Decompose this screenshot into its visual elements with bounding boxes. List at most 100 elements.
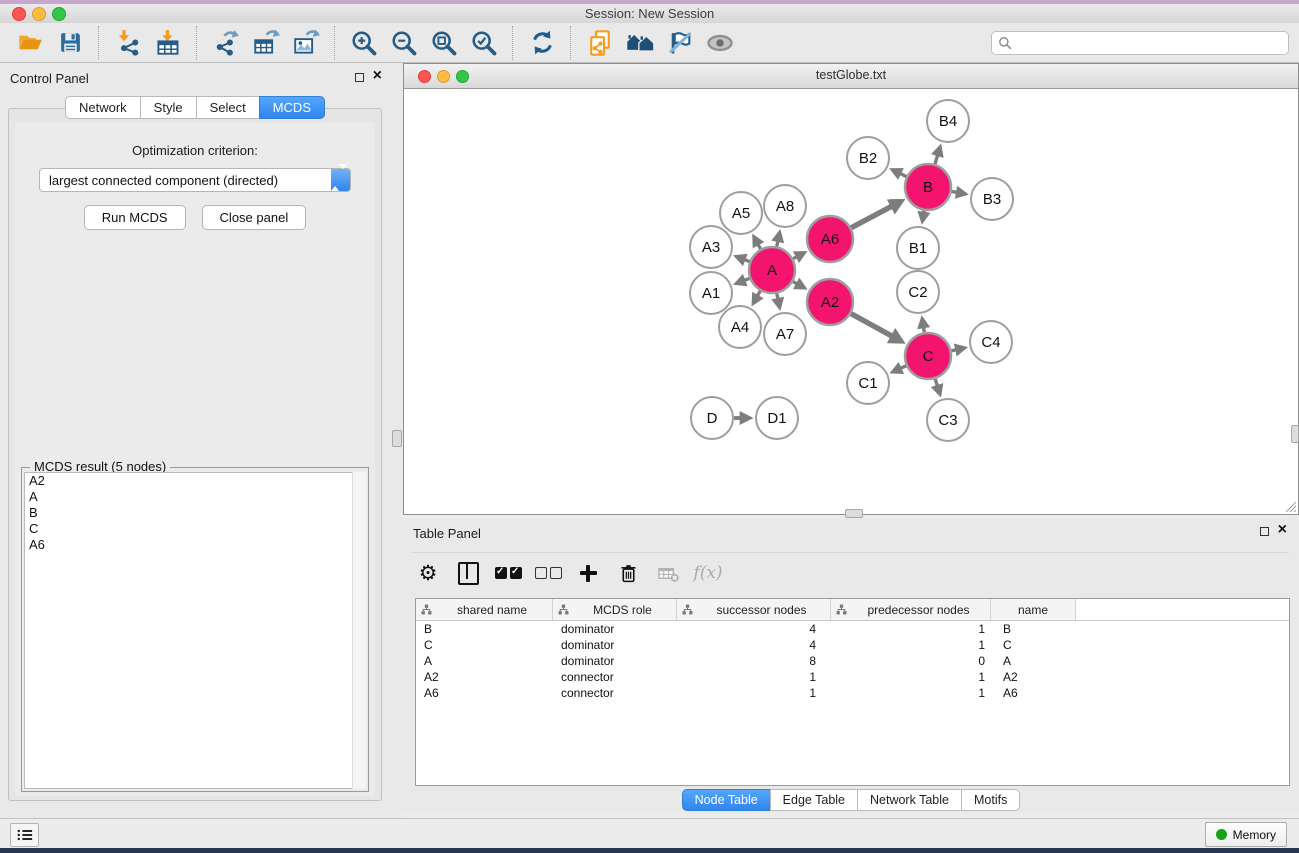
graph-node-B1[interactable]: B1 <box>897 227 939 269</box>
svg-text:A7: A7 <box>776 326 794 343</box>
graph-node-D[interactable]: D <box>691 397 733 439</box>
splitter-grip[interactable] <box>392 430 402 447</box>
graph-node-A8[interactable]: A8 <box>764 185 806 227</box>
edge-A2-C[interactable] <box>851 314 892 337</box>
graph-node-D1[interactable]: D1 <box>756 397 798 439</box>
vertical-splitter[interactable] <box>390 63 403 818</box>
control-panel-tabs: NetworkStyleSelectMCDS <box>0 96 390 119</box>
import-network-button[interactable] <box>111 26 145 60</box>
graph-node-B2[interactable]: B2 <box>847 137 889 179</box>
tab-motifs[interactable]: Motifs <box>961 789 1020 811</box>
mcds-result-item[interactable]: A6 <box>25 537 365 553</box>
table-row[interactable]: A6connector11A6 <box>416 685 1289 701</box>
graph-node-A7[interactable]: A7 <box>764 313 806 355</box>
tab-network-table[interactable]: Network Table <box>857 789 962 811</box>
tab-node-table[interactable]: Node Table <box>682 789 771 811</box>
column-header-shared-name[interactable]: shared name <box>416 599 553 620</box>
column-header-MCDS-role[interactable]: MCDS role <box>553 599 677 620</box>
table-row[interactable]: Cdominator41C <box>416 637 1289 653</box>
table-settings-button[interactable]: ⚙ <box>413 558 443 588</box>
unselect-all-columns-button[interactable] <box>533 558 563 588</box>
graph-node-A2[interactable]: A2 <box>807 279 853 325</box>
mcds-result-item[interactable]: A <box>25 489 365 505</box>
right-splitter-grip[interactable] <box>1291 425 1299 443</box>
zoom-selected-button[interactable] <box>467 26 501 60</box>
zoom-out-button[interactable] <box>387 26 421 60</box>
table-cell: connector <box>553 669 677 685</box>
graph-node-A3[interactable]: A3 <box>690 226 732 268</box>
table-row[interactable]: Adominator80A <box>416 653 1289 669</box>
graph-node-B3[interactable]: B3 <box>971 178 1013 220</box>
function-builder-button[interactable]: f(x) <box>693 558 723 588</box>
table-cell: 1 <box>831 621 991 637</box>
memory-button[interactable]: Memory <box>1205 822 1287 847</box>
close-panel-icon[interactable]: × <box>373 66 382 86</box>
table-row[interactable]: Bdominator41B <box>416 621 1289 637</box>
column-header-successor-nodes[interactable]: successor nodes <box>677 599 831 620</box>
export-table-button[interactable] <box>249 26 283 60</box>
table-float-panel-icon[interactable] <box>1260 527 1269 536</box>
home-button[interactable] <box>623 26 657 60</box>
tab-network[interactable]: Network <box>65 96 141 119</box>
flag-slash-icon <box>666 29 694 57</box>
graph-node-A[interactable]: A <box>749 247 795 293</box>
graph-node-A6[interactable]: A6 <box>807 216 853 262</box>
graph-node-B[interactable]: B <box>905 164 951 210</box>
table-row[interactable]: A2connector11A2 <box>416 669 1289 685</box>
float-panel-icon[interactable] <box>355 73 364 82</box>
mcds-result-item[interactable]: A2 <box>25 473 365 489</box>
run-mcds-button[interactable]: Run MCDS <box>84 205 186 230</box>
tab-style[interactable]: Style <box>140 96 197 119</box>
criterion-dropdown[interactable]: largest connected component (directed) <box>39 168 351 192</box>
export-image-button[interactable] <box>289 26 323 60</box>
bottom-splitter-grip[interactable] <box>845 509 863 518</box>
zoom-in-button[interactable] <box>347 26 381 60</box>
refresh-button[interactable] <box>525 26 559 60</box>
table-close-panel-icon[interactable]: × <box>1278 520 1287 540</box>
edge-B-B4[interactable] <box>935 155 938 164</box>
hierarchy-icon <box>682 604 693 615</box>
network-canvas[interactable]: A A1 A2 A3 A4 A5 A6 A7 A8 B B1 B2 B3B4 C C1 C2 C3C4 D D1 <box>404 89 1298 515</box>
graph-node-C[interactable]: C <box>905 333 951 379</box>
graph-node-C3[interactable]: C3 <box>927 399 969 441</box>
select-all-columns-button[interactable] <box>493 558 523 588</box>
column-header-name[interactable]: name <box>991 599 1076 620</box>
show-task-history-button[interactable] <box>10 823 39 847</box>
create-column-button[interactable] <box>573 558 603 588</box>
edge-B-B2[interactable] <box>900 174 906 177</box>
duplicate-network-button[interactable] <box>583 26 617 60</box>
open-session-button[interactable] <box>13 26 47 60</box>
search-input[interactable] <box>991 31 1289 55</box>
edge-A6-B[interactable] <box>851 206 891 227</box>
table-cell: C <box>416 637 553 653</box>
graph-node-C4[interactable]: C4 <box>970 321 1012 363</box>
graph-node-B4[interactable]: B4 <box>927 100 969 142</box>
graph-node-C2[interactable]: C2 <box>897 271 939 313</box>
export-network-button[interactable] <box>209 26 243 60</box>
save-session-button[interactable] <box>53 26 87 60</box>
graph-node-C1[interactable]: C1 <box>847 362 889 404</box>
tab-edge-table[interactable]: Edge Table <box>770 789 858 811</box>
graph-node-A1[interactable]: A1 <box>690 272 732 314</box>
tab-mcds[interactable]: MCDS <box>259 96 325 119</box>
table-cell: A2 <box>416 669 553 685</box>
import-table-button[interactable] <box>151 26 185 60</box>
tab-select[interactable]: Select <box>196 96 260 119</box>
delete-column-button[interactable] <box>613 558 643 588</box>
edge-C-C3[interactable] <box>935 379 937 386</box>
show-view-button[interactable] <box>703 26 737 60</box>
search-field[interactable] <box>991 31 1289 55</box>
hide-graphics-details-button[interactable] <box>663 26 697 60</box>
split-columns-button[interactable] <box>453 558 483 588</box>
delete-table-button[interactable] <box>653 558 683 588</box>
graph-node-A4[interactable]: A4 <box>719 306 761 348</box>
mcds-list-scrollbar[interactable] <box>352 472 366 789</box>
mcds-result-list[interactable]: A2ABCA6 <box>24 472 366 789</box>
graph-node-A5[interactable]: A5 <box>720 192 762 234</box>
resize-grip-icon[interactable] <box>1283 499 1297 513</box>
zoom-fit-button[interactable] <box>427 26 461 60</box>
column-header-predecessor-nodes[interactable]: predecessor nodes <box>831 599 991 620</box>
mcds-result-item[interactable]: C <box>25 521 365 537</box>
mcds-result-item[interactable]: B <box>25 505 365 521</box>
close-panel-button[interactable]: Close panel <box>202 205 307 230</box>
